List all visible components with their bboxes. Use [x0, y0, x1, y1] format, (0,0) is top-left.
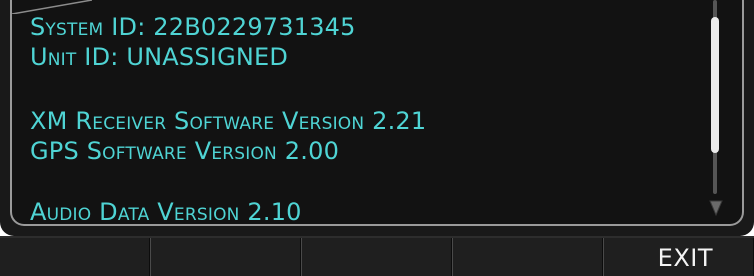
softkey-3[interactable] — [301, 238, 452, 276]
device-screen: System ID: 22B0229731345 Unit ID: UNASSI… — [0, 0, 754, 276]
gps-software-version-text: GPS Software Version 2.00 — [30, 137, 340, 165]
softkey-4[interactable] — [452, 238, 603, 276]
softkey-2[interactable] — [150, 238, 301, 276]
xm-software-version-text: XM Receiver Software Version 2.21 — [30, 107, 427, 135]
softkey-bar: EXIT — [0, 236, 754, 276]
scroll-thumb[interactable] — [711, 17, 719, 153]
softkey-1[interactable] — [0, 238, 150, 276]
exit-softkey-label: EXIT — [657, 244, 713, 272]
system-id-text: System ID: 22B0229731345 — [30, 13, 356, 41]
display-bezel: System ID: 22B0229731345 Unit ID: UNASSI… — [0, 0, 754, 236]
chevron-down-icon[interactable] — [708, 199, 724, 217]
exit-softkey[interactable]: EXIT — [603, 238, 754, 276]
vertical-scrollbar[interactable] — [707, 0, 725, 222]
info-panel: System ID: 22B0229731345 Unit ID: UNASSI… — [10, 0, 744, 226]
unit-id-text: Unit ID: UNASSIGNED — [30, 43, 289, 71]
audio-data-version-text: Audio Data Version 2.10 — [30, 198, 302, 226]
